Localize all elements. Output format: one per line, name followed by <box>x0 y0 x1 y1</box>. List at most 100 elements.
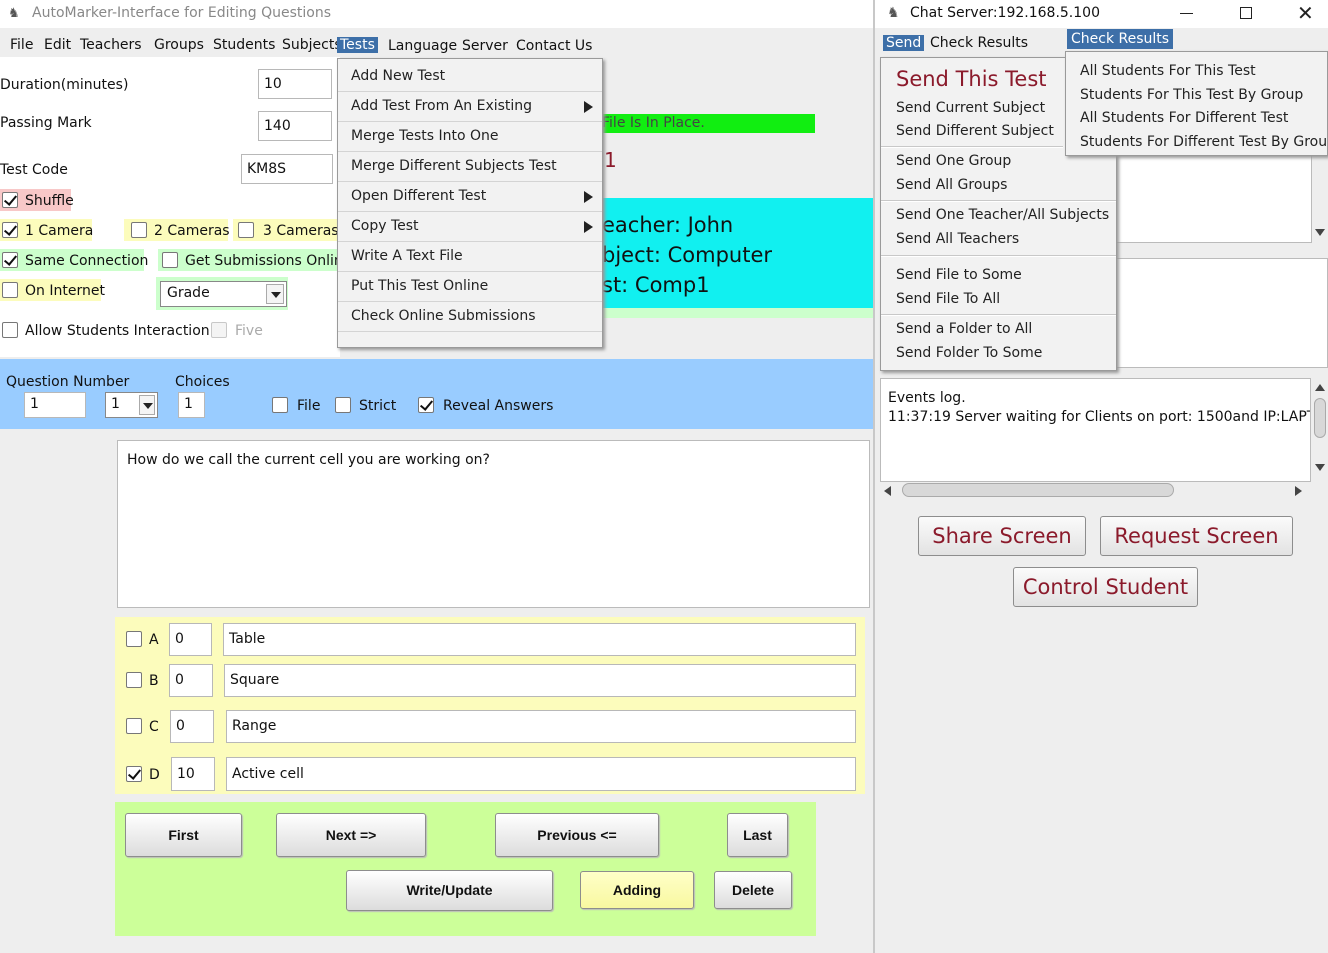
tests-menu-add-from-existing[interactable]: Add Test From An Existing <box>338 92 602 122</box>
answer-b-text[interactable]: Square <box>224 664 856 697</box>
events-log[interactable]: Events log. 11:37:19 Server waiting for … <box>880 378 1311 482</box>
send-different-subject-item[interactable]: Send Different Subject <box>896 123 1054 139</box>
send-one-group-item[interactable]: Send One Group <box>896 153 1011 169</box>
chat-tab-check-results[interactable]: Check Results <box>1067 29 1174 49</box>
answer-a-text[interactable]: Table <box>223 623 856 656</box>
send-folder-to-some-item[interactable]: Send Folder To Some <box>896 345 1042 361</box>
previous-button[interactable]: Previous <= <box>495 813 659 857</box>
answer-b-checkbox[interactable] <box>126 672 142 688</box>
menu-contact-us[interactable]: Contact Us <box>516 38 592 54</box>
hscroll-thumb[interactable] <box>902 483 1174 497</box>
chat-list-panel-1[interactable] <box>1115 155 1312 243</box>
camera2-checkbox[interactable] <box>131 222 147 238</box>
question-select[interactable]: 1 <box>105 392 158 418</box>
menu-teachers[interactable]: Teachers <box>80 37 142 53</box>
menu-language[interactable]: Language <box>388 38 457 54</box>
answer-d-letter: D <box>149 767 160 783</box>
minimize-icon[interactable] <box>1180 13 1193 14</box>
first-button[interactable]: First <box>125 813 242 857</box>
question-select-button[interactable] <box>139 395 155 415</box>
tests-menu-merge-subjects[interactable]: Merge Different Subjects Test <box>338 152 602 182</box>
send-one-teacher-item[interactable]: Send One Teacher/All Subjects <box>896 207 1109 223</box>
allow-interaction-checkbox[interactable] <box>2 322 18 338</box>
send-file-to-some-item[interactable]: Send File to Some <box>896 267 1022 283</box>
adding-button[interactable]: Adding <box>580 871 694 909</box>
shuffle-checkbox[interactable] <box>2 192 18 208</box>
menu-students[interactable]: Students <box>213 37 275 53</box>
test-code-field[interactable]: KM8S <box>241 154 333 184</box>
answer-c-mark[interactable]: 0 <box>170 710 214 743</box>
tests-menu-open-different[interactable]: Open Different Test <box>338 182 602 212</box>
menu-groups[interactable]: Groups <box>154 37 204 53</box>
camera1-checkbox[interactable] <box>2 222 18 238</box>
reveal-answers-checkbox[interactable] <box>418 397 434 413</box>
teacher-info: eacher: John <box>602 213 734 237</box>
send-file-to-all-item[interactable]: Send File To All <box>896 291 1000 307</box>
answer-d-mark[interactable]: 10 <box>171 757 215 791</box>
send-current-subject-item[interactable]: Send Current Subject <box>896 100 1045 116</box>
choices-field[interactable]: 1 <box>178 392 205 418</box>
menu-server[interactable]: Server <box>462 38 508 54</box>
menu-edit[interactable]: Edit <box>44 37 71 53</box>
scroll-down-icon[interactable] <box>1312 155 1328 243</box>
arrow-right-icon <box>1295 486 1302 496</box>
get-submissions-checkbox[interactable] <box>162 252 178 268</box>
results-all-students-different-test[interactable]: All Students For Different Test <box>1080 110 1288 126</box>
menu-subjects[interactable]: Subjects <box>282 37 342 53</box>
answer-a-checkbox[interactable] <box>126 631 142 647</box>
grade-select[interactable]: Grade <box>160 281 287 307</box>
question-textarea[interactable]: How do we call the current cell you are … <box>117 440 870 608</box>
next-button[interactable]: Next => <box>276 813 426 857</box>
answer-d-text[interactable]: Active cell <box>226 757 856 791</box>
results-by-group-different-test[interactable]: Students For Different Test By Group <box>1080 134 1328 150</box>
same-connection-checkbox[interactable] <box>2 252 18 268</box>
answer-a-mark[interactable]: 0 <box>169 623 212 656</box>
share-screen-button[interactable]: Share Screen <box>918 516 1086 556</box>
events-hscroll[interactable] <box>880 482 1311 498</box>
passing-mark-field[interactable]: 140 <box>258 111 332 141</box>
on-internet-checkbox[interactable] <box>2 282 18 298</box>
strict-checkbox[interactable] <box>335 397 351 413</box>
shuffle-label: Shuffle <box>25 193 74 209</box>
duration-field[interactable]: 10 <box>258 69 332 99</box>
send-folder-to-all-item[interactable]: Send a Folder to All <box>896 321 1032 337</box>
scroll-thumb[interactable] <box>1314 398 1326 438</box>
submenu-arrow-icon <box>584 191 593 203</box>
answer-d-checkbox[interactable] <box>126 766 142 782</box>
chat-list-panel-2[interactable] <box>1115 258 1328 368</box>
tests-menu-write-text[interactable]: Write A Text File <box>338 242 602 272</box>
question-number-label: Question Number <box>6 374 130 390</box>
send-all-groups-item[interactable]: Send All Groups <box>896 177 1007 193</box>
results-all-students-this-test[interactable]: All Students For This Test <box>1080 63 1256 79</box>
grade-dropdown-button[interactable] <box>266 284 284 304</box>
five-checkbox <box>211 322 227 338</box>
test-info: st: Comp1 <box>602 273 710 297</box>
answer-b-mark[interactable]: 0 <box>169 664 213 697</box>
tests-menu-put-online[interactable]: Put This Test Online <box>338 272 602 302</box>
file-checkbox[interactable] <box>272 397 288 413</box>
chat-menu-check-results[interactable]: Check Results <box>930 35 1028 51</box>
tests-menu-copy[interactable]: Copy Test <box>338 212 602 242</box>
tests-menu-merge[interactable]: Merge Tests Into One <box>338 122 602 152</box>
close-icon[interactable]: ✕ <box>1297 1 1314 25</box>
control-student-button[interactable]: Control Student <box>1013 567 1198 607</box>
menu-file[interactable]: File <box>10 37 33 53</box>
chat-menu-send[interactable]: Send <box>883 35 925 51</box>
delete-button[interactable]: Delete <box>714 871 792 909</box>
write-update-button[interactable]: Write/Update <box>346 870 553 911</box>
answer-c-checkbox[interactable] <box>126 718 142 734</box>
request-screen-button[interactable]: Request Screen <box>1100 516 1293 556</box>
menu-tests[interactable]: Tests <box>337 37 378 53</box>
question-number-field[interactable]: 1 <box>24 392 86 418</box>
tests-menu-add-new[interactable]: Add New Test <box>338 62 602 92</box>
camera3-checkbox[interactable] <box>238 222 254 238</box>
results-by-group-this-test[interactable]: Students For This Test By Group <box>1080 87 1303 103</box>
events-vscroll[interactable] <box>1311 378 1328 482</box>
tests-menu-check-submissions[interactable]: Check Online Submissions <box>338 302 602 332</box>
last-button[interactable]: Last <box>727 813 788 857</box>
maximize-icon[interactable] <box>1240 7 1252 19</box>
send-this-test-item[interactable]: Send This Test <box>896 67 1047 91</box>
send-all-teachers-item[interactable]: Send All Teachers <box>896 231 1019 247</box>
submenu-arrow-icon <box>584 221 593 233</box>
answer-c-text[interactable]: Range <box>226 710 856 743</box>
